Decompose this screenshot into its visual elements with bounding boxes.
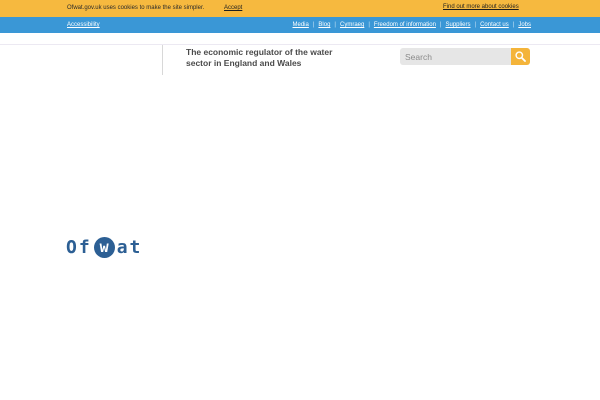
nav-separator: |: [439, 22, 442, 28]
nav-separator: |: [368, 22, 370, 28]
utility-nav-links: Media | Blog | Cymraeg | Freedom of info…: [293, 22, 532, 28]
cookie-message: Ofwat.gov.uk uses cookies to make the si…: [67, 5, 205, 11]
nav-link-blog[interactable]: Blog: [318, 22, 330, 28]
logo-text-prefix: Of: [66, 236, 92, 258]
nav-separator: |: [334, 22, 336, 28]
header-top-rule: [0, 44, 600, 45]
cookie-accept-link[interactable]: Accept: [224, 5, 242, 11]
nav-link-suppliers[interactable]: Suppliers: [445, 22, 470, 28]
nav-link-contact-us[interactable]: Contact us: [480, 22, 509, 28]
nav-separator: |: [474, 22, 477, 28]
header-divider: [162, 45, 163, 75]
nav-separator: |: [312, 22, 315, 28]
utility-nav: Accessibility Media | Blog | Cymraeg | F…: [0, 17, 600, 33]
accessibility-link[interactable]: Accessibility: [67, 22, 100, 28]
search-button[interactable]: [511, 48, 530, 65]
magnifier-icon: [515, 51, 526, 62]
nav-link-freedom-of-information[interactable]: Freedom of information: [374, 22, 436, 28]
cookie-more-info-link[interactable]: Find out more about cookies: [443, 4, 519, 10]
nav-link-media[interactable]: Media: [293, 22, 309, 28]
nav-link-cymraeg[interactable]: Cymraeg: [340, 22, 364, 28]
nav-link-jobs[interactable]: Jobs: [518, 22, 531, 28]
search-input[interactable]: [400, 48, 511, 65]
site-tagline: The economic regulator of the water sect…: [186, 47, 333, 68]
cookie-banner: Ofwat.gov.uk uses cookies to make the si…: [0, 0, 600, 17]
logo-circled-letter: w: [93, 236, 115, 258]
nav-separator: |: [512, 22, 515, 28]
ofwat-logo[interactable]: Of w at: [66, 233, 142, 261]
logo-text-suffix: at: [116, 236, 143, 258]
